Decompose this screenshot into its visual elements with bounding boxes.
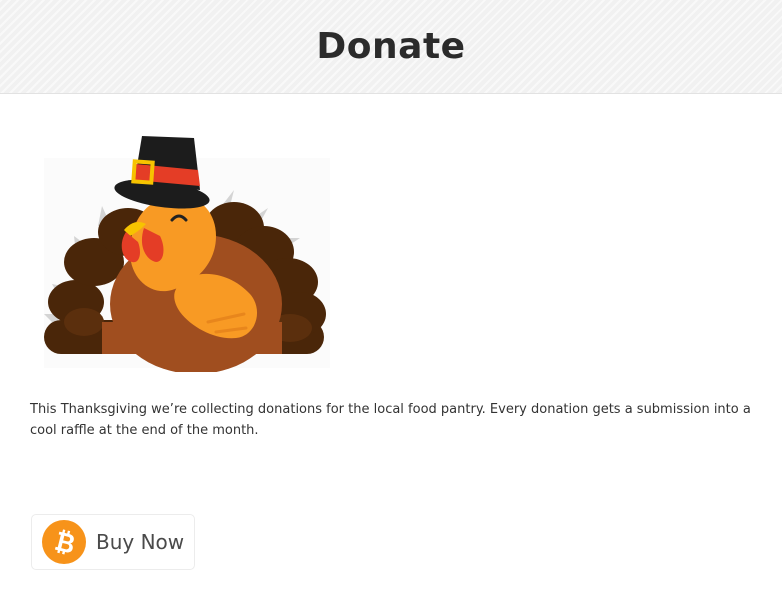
- donation-description: This Thanksgiving we’re collecting donat…: [30, 402, 751, 438]
- buy-now-button[interactable]: Buy Now: [31, 514, 195, 570]
- page-header: Donate: [0, 0, 782, 94]
- buy-now-label: Buy Now: [96, 530, 185, 554]
- page-title: Donate: [316, 26, 466, 67]
- turkey-image: [44, 136, 330, 372]
- bitcoin-icon: [42, 520, 86, 564]
